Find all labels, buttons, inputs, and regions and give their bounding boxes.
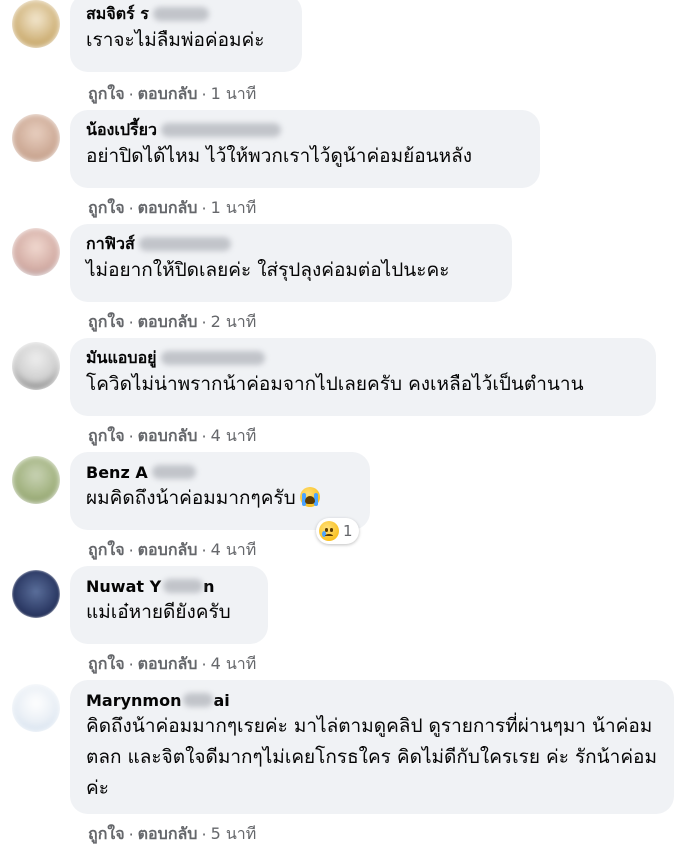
comment-bubble: Nuwat Y n แม่เอ๋หายดียังครับ: [70, 566, 268, 644]
comment-actions: ถูกใจ · ตอบกลับ · 4 นาที: [88, 652, 256, 677]
blurred-name: [138, 237, 231, 251]
separator: ·: [201, 541, 207, 560]
comment-text: ไม่อยากให้ปิดเลยค่ะ ใส่รุปลุงค่อมต่อไปนะ…: [86, 259, 450, 281]
avatar[interactable]: [12, 342, 60, 390]
like-button[interactable]: ถูกใจ: [88, 82, 125, 107]
comment-actions: ถูกใจ · ตอบกลับ · 2 นาที: [88, 310, 256, 335]
comment-author[interactable]: น้องเปรี้ยว: [86, 118, 157, 143]
comment-author-tail: n: [203, 576, 215, 596]
comment-timestamp[interactable]: 4 นาที: [211, 652, 257, 677]
avatar[interactable]: [12, 456, 60, 504]
like-button[interactable]: ถูกใจ: [88, 424, 125, 449]
separator: ·: [201, 825, 207, 844]
comment-author[interactable]: Nuwat Y: [86, 577, 161, 596]
reaction-count: 1: [343, 522, 353, 540]
like-button[interactable]: ถูกใจ: [88, 822, 125, 844]
reply-button[interactable]: ตอบกลับ: [138, 822, 198, 844]
comment-bubble: Marynmon ai คิดถึงน้าค่อมมากๆเรยค่ะ มาไล…: [70, 680, 674, 814]
reply-button[interactable]: ตอบกลับ: [138, 196, 198, 221]
comment-text: แม่เอ๋หายดียังครับ: [86, 601, 231, 623]
like-button[interactable]: ถูกใจ: [88, 196, 125, 221]
reply-button[interactable]: ตอบกลับ: [138, 538, 198, 563]
separator: ·: [128, 541, 134, 560]
comment-actions: ถูกใจ · ตอบกลับ · 1 นาที: [88, 82, 256, 107]
separator: ·: [128, 655, 134, 674]
comment-timestamp[interactable]: 1 นาที: [211, 196, 257, 221]
comment-text: โควิดไม่น่าพรากน้าค่อมจากไปเลยครับ คงเหล…: [86, 373, 584, 395]
blurred-name: [160, 351, 265, 365]
loudly-crying-face-icon: [299, 487, 320, 507]
separator: ·: [128, 85, 134, 104]
comment-text-content: ผมคิดถึงน้าค่อมมากๆครับ: [86, 487, 296, 509]
avatar[interactable]: [12, 228, 60, 276]
separator: ·: [201, 199, 207, 218]
comment-author[interactable]: Marynmon: [86, 691, 181, 710]
blurred-name: [151, 465, 196, 479]
reply-button[interactable]: ตอบกลับ: [138, 652, 198, 677]
comment-text: คิดถึงน้าค่อมมากๆเรยค่ะ มาไล่ตามดูคลิป ด…: [86, 715, 657, 799]
comment-actions: ถูกใจ · ตอบกลับ · 1 นาที: [88, 196, 256, 221]
avatar[interactable]: [12, 570, 60, 618]
comment-actions: ถูกใจ · ตอบกลับ · 4 นาที: [88, 424, 256, 449]
comment-timestamp[interactable]: 4 นาที: [211, 538, 257, 563]
comment-text: เราจะไม่ลืมพ่อค่อมค่ะ: [86, 29, 265, 51]
reply-button[interactable]: ตอบกลับ: [138, 310, 198, 335]
separator: ·: [128, 199, 134, 218]
comment-bubble: กาฟิวส์ ไม่อยากให้ปิดเลยค่ะ ใส่รุปลุงค่อ…: [70, 224, 512, 302]
comment-timestamp[interactable]: 4 นาที: [211, 424, 257, 449]
comment-text: อย่าปิดได้ไหม ไว้ให้พวกเราไว้ดูน้าค่อมย้…: [86, 145, 473, 167]
comment-bubble: มันแอบอยู่ โควิดไม่น่าพรากน้าค่อมจากไปเล…: [70, 338, 656, 416]
comment-bubble: สมจิตร์ ร เราจะไม่ลืมพ่อค่อมค่ะ: [70, 0, 302, 72]
comment-bubble: น้องเปรี้ยว อย่าปิดได้ไหม ไว้ให้พวกเราไว…: [70, 110, 540, 188]
comment-author[interactable]: มันแอบอยู่: [86, 346, 157, 371]
comment-actions: ถูกใจ · ตอบกลับ · 4 นาที: [88, 538, 256, 563]
reply-button[interactable]: ตอบกลับ: [138, 82, 198, 107]
blurred-name: [152, 7, 209, 21]
like-button[interactable]: ถูกใจ: [88, 652, 125, 677]
sad-face-icon: [319, 521, 339, 541]
avatar[interactable]: [12, 114, 60, 162]
separator: ·: [201, 655, 207, 674]
like-button[interactable]: ถูกใจ: [88, 310, 125, 335]
blurred-name: [160, 123, 281, 137]
separator: ·: [201, 85, 207, 104]
comment-timestamp[interactable]: 5 นาที: [211, 822, 257, 844]
separator: ·: [128, 427, 134, 446]
separator: ·: [201, 313, 207, 332]
avatar[interactable]: [12, 684, 60, 732]
comment-text: ผมคิดถึงน้าค่อมมากๆครับ: [86, 483, 354, 514]
comment-actions: ถูกใจ · ตอบกลับ · 5 นาที: [88, 822, 256, 844]
comment-author-tail: ai: [213, 690, 230, 710]
comment-timestamp[interactable]: 1 นาที: [211, 82, 257, 107]
separator: ·: [128, 313, 134, 332]
blurred-name: [163, 579, 204, 593]
comment-timestamp[interactable]: 2 นาที: [211, 310, 257, 335]
separator: ·: [128, 825, 134, 844]
blurred-name: [183, 693, 214, 707]
avatar[interactable]: [12, 0, 60, 48]
comment-author[interactable]: Benz A: [86, 463, 148, 482]
reaction-summary[interactable]: 1: [316, 518, 359, 544]
like-button[interactable]: ถูกใจ: [88, 538, 125, 563]
comment-author[interactable]: สมจิตร์ ร: [86, 2, 149, 27]
reply-button[interactable]: ตอบกลับ: [138, 424, 198, 449]
comment-author[interactable]: กาฟิวส์: [86, 232, 135, 257]
separator: ·: [201, 427, 207, 446]
